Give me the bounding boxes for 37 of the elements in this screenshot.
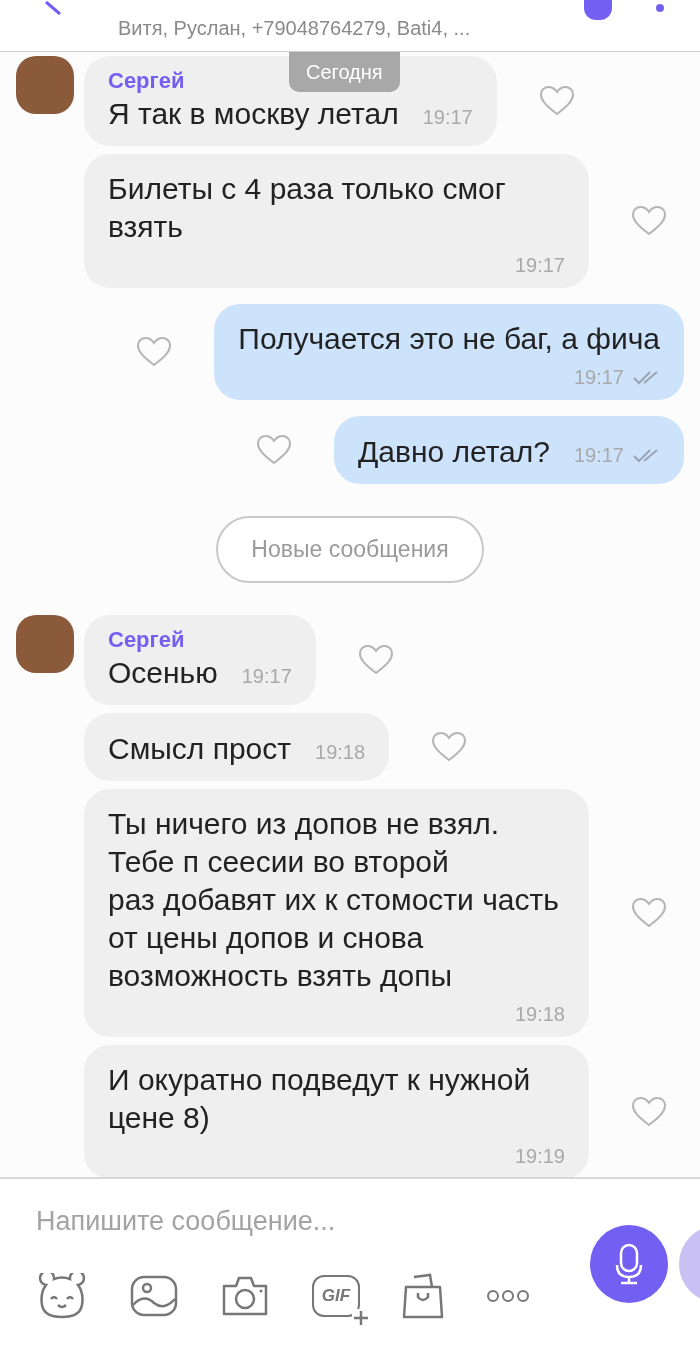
shopping-bag-icon[interactable] xyxy=(402,1273,444,1319)
message-text: Получается это не баг, а фича xyxy=(238,321,660,357)
message-input-field[interactable]: Напишите сообщение... xyxy=(36,1201,556,1242)
message-time: 19:17 xyxy=(573,365,624,390)
sender-name: Сергей xyxy=(108,68,185,94)
message-time: 19:19 xyxy=(514,1143,565,1169)
avatar-photo-placeholder[interactable] xyxy=(16,56,74,114)
message-text: Я так в москву летал xyxy=(108,96,399,132)
message-bubble[interactable]: Смысл прост 19:18 xyxy=(84,712,390,781)
camera-icon[interactable] xyxy=(220,1274,270,1318)
message-bubble[interactable]: Сергей Осенью 19:17 xyxy=(84,614,316,705)
message-bubble[interactable]: И окуратно подведут к нужной цене 8) 19:19 xyxy=(84,1044,589,1177)
image-icon[interactable] xyxy=(130,1275,178,1317)
message-time: 19:17 xyxy=(241,663,292,689)
message-text: Билеты с 4 раза только смог взять xyxy=(108,171,507,245)
message-text: Смысл прост xyxy=(108,730,292,767)
message-bubble[interactable]: Получается это не баг, а фича 19:17 xyxy=(214,304,684,400)
message-time: 19:17 xyxy=(514,253,565,278)
message-bubble[interactable]: Ты ничего из допов не взял. Тебе п сеесии во второй раз добавят их к стомости часть от цены допов и снова возможность взять допы 19:18 xyxy=(84,788,589,1037)
avatar-shape[interactable] xyxy=(584,0,612,20)
chat-participants: Витя, Руслан, +79048764279, Bati4, ... xyxy=(118,16,471,41)
message-time: 19:18 xyxy=(514,1001,565,1027)
message-text: Давно летал? xyxy=(357,434,550,470)
more-icon[interactable] xyxy=(486,1289,530,1303)
date-badge: Сегодня xyxy=(289,52,400,92)
message-bubble[interactable]: Давно летал? 19:17 xyxy=(333,416,684,484)
message-time: 19:18 xyxy=(315,739,366,765)
message-time: 19:17 xyxy=(422,105,473,130)
microphone-icon xyxy=(615,1243,643,1285)
avatar-photo-placeholder[interactable] xyxy=(16,614,74,673)
message-bubble[interactable]: Билеты с 4 раза только смог взять 19:17 xyxy=(84,154,589,288)
message-text: Осенью xyxy=(108,654,218,691)
message-time: 19:17 xyxy=(573,443,624,468)
sticker-bear-icon[interactable] xyxy=(36,1273,88,1319)
message-text: Ты ничего из допов не взял. Тебе п сеесии во второй раз добавят их к стомости часть от цены допов и снова возможность взять допы xyxy=(108,805,560,994)
message-text: И окуратно подведут к нужной цене 8) xyxy=(108,1061,532,1136)
sender-name: Сергей xyxy=(108,626,185,653)
